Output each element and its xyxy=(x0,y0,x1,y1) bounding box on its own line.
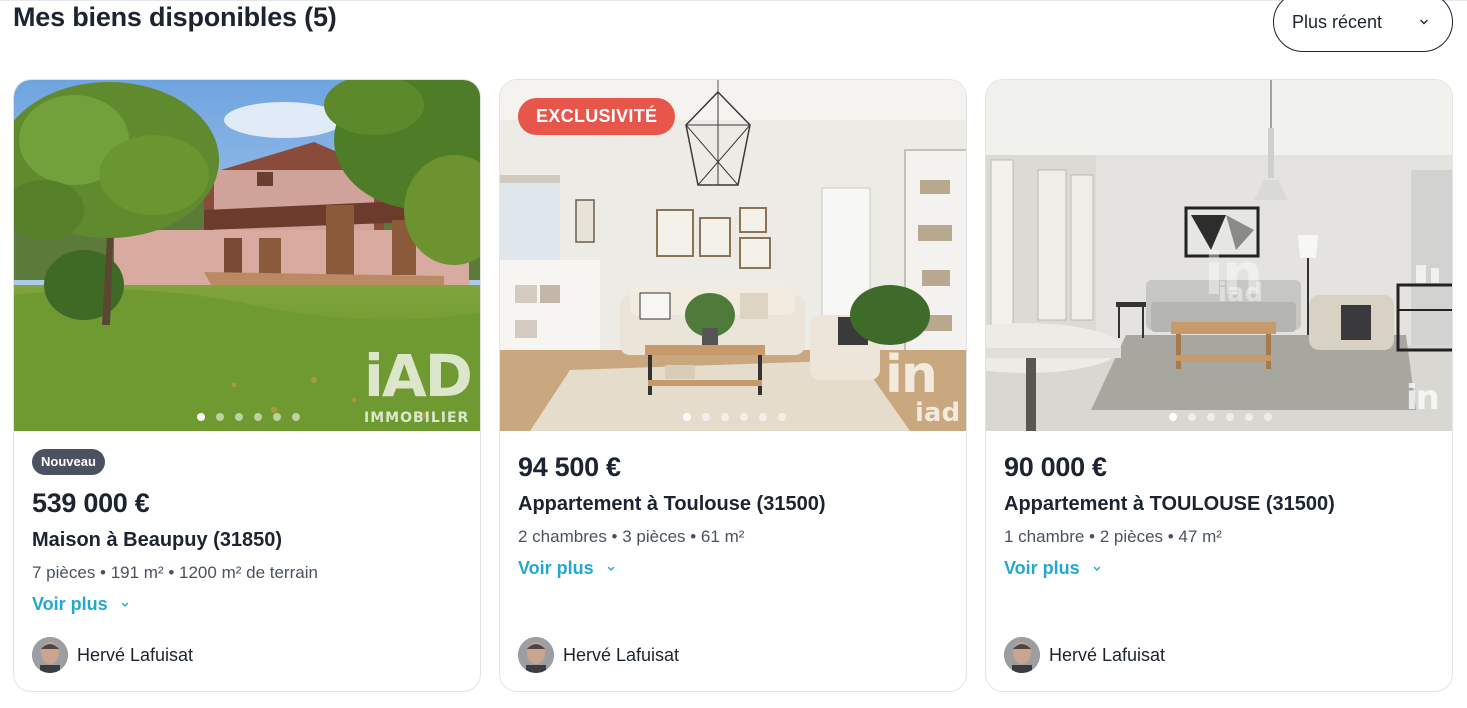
voir-plus-link[interactable]: Voir plus xyxy=(1004,558,1102,579)
sort-selected-value: Plus récent xyxy=(1292,11,1383,32)
photo-dot[interactable] xyxy=(234,413,243,421)
voir-plus-link[interactable]: Voir plus xyxy=(518,558,616,579)
top-divider xyxy=(0,0,1467,1)
iad-watermark-corner: in xyxy=(1406,378,1440,418)
agent-info[interactable]: Hervé Lafuisat xyxy=(1004,637,1165,673)
agent-name: Hervé Lafuisat xyxy=(77,644,194,665)
iad-watermark-text: iad xyxy=(1218,278,1264,308)
photo-dot[interactable] xyxy=(701,413,710,421)
photo-dot[interactable] xyxy=(720,413,729,421)
iad-watermark: in xyxy=(885,345,938,405)
photo-pagination[interactable] xyxy=(14,413,480,421)
photo-dot[interactable] xyxy=(215,413,224,421)
listing-details: 7 pièces • 191 m² • 1200 m² de terrain xyxy=(32,563,318,582)
listing-card[interactable]: in iad in 90 000 € Appartement à TOULOUS… xyxy=(985,79,1453,692)
listing-price: 94 500 € xyxy=(518,452,621,482)
agent-name: Hervé Lafuisat xyxy=(563,644,680,665)
photo-pagination[interactable] xyxy=(500,413,966,421)
photo-dot[interactable] xyxy=(1187,413,1196,421)
listing-price: 90 000 € xyxy=(1004,452,1107,482)
voir-plus-label: Voir plus xyxy=(1004,558,1080,578)
agent-info[interactable]: Hervé Lafuisat xyxy=(32,637,193,673)
voir-plus-label: Voir plus xyxy=(32,594,108,614)
chevron-down-icon xyxy=(607,566,614,571)
photo-dot[interactable] xyxy=(272,413,281,421)
listing-grid: iAD IMMOBILIER Nouveau 539 000 € Maison … xyxy=(13,79,1453,692)
photo-dot[interactable] xyxy=(1168,413,1177,421)
avatar xyxy=(1004,637,1040,673)
exclusive-badge: EXCLUSIVITÉ xyxy=(518,98,676,135)
agent-info[interactable]: Hervé Lafuisat xyxy=(518,637,679,673)
sort-dropdown[interactable]: Plus récent xyxy=(1273,0,1453,52)
avatar xyxy=(518,637,554,673)
chevron-down-icon xyxy=(121,602,128,607)
listing-photo[interactable]: EXCLUSIVITÉ in iad xyxy=(500,80,966,431)
photo-dot[interactable] xyxy=(291,413,300,421)
photo-dot[interactable] xyxy=(777,413,786,421)
avatar xyxy=(32,637,68,673)
photo-pagination[interactable] xyxy=(986,413,1452,421)
listing-card[interactable]: EXCLUSIVITÉ in iad 94 500 € Appartement … xyxy=(499,79,967,692)
photo-dot[interactable] xyxy=(739,413,748,421)
iad-watermark: iAD xyxy=(364,342,473,410)
photo-dot[interactable] xyxy=(758,413,767,421)
chevron-down-icon xyxy=(1420,19,1428,25)
photo-dot[interactable] xyxy=(1225,413,1234,421)
photo-dot[interactable] xyxy=(1206,413,1215,421)
listing-details: 2 chambres • 3 pièces • 61 m² xyxy=(518,527,745,546)
agent-name: Hervé Lafuisat xyxy=(1049,644,1166,665)
chevron-down-icon xyxy=(1093,566,1100,571)
photo-dot[interactable] xyxy=(196,413,205,421)
photo-dot[interactable] xyxy=(253,413,262,421)
listing-photo[interactable]: iAD IMMOBILIER xyxy=(14,80,480,431)
page-title: Mes biens disponibles (5) xyxy=(13,2,337,32)
photo-dot[interactable] xyxy=(1263,413,1272,421)
listing-title[interactable]: Appartement à Toulouse (31500) xyxy=(518,493,948,516)
photo-dot[interactable] xyxy=(1244,413,1253,421)
voir-plus-link[interactable]: Voir plus xyxy=(32,594,130,615)
listing-photo[interactable]: in iad in xyxy=(986,80,1452,431)
listing-title[interactable]: Maison à Beaupuy (31850) xyxy=(32,529,462,552)
listing-details: 1 chambre • 2 pièces • 47 m² xyxy=(1004,527,1222,546)
new-badge: Nouveau xyxy=(32,449,105,475)
listing-card[interactable]: iAD IMMOBILIER Nouveau 539 000 € Maison … xyxy=(13,79,481,692)
listing-price: 539 000 € xyxy=(32,488,150,518)
photo-dot[interactable] xyxy=(682,413,691,421)
listing-title[interactable]: Appartement à TOULOUSE (31500) xyxy=(1004,493,1434,516)
voir-plus-label: Voir plus xyxy=(518,558,594,578)
